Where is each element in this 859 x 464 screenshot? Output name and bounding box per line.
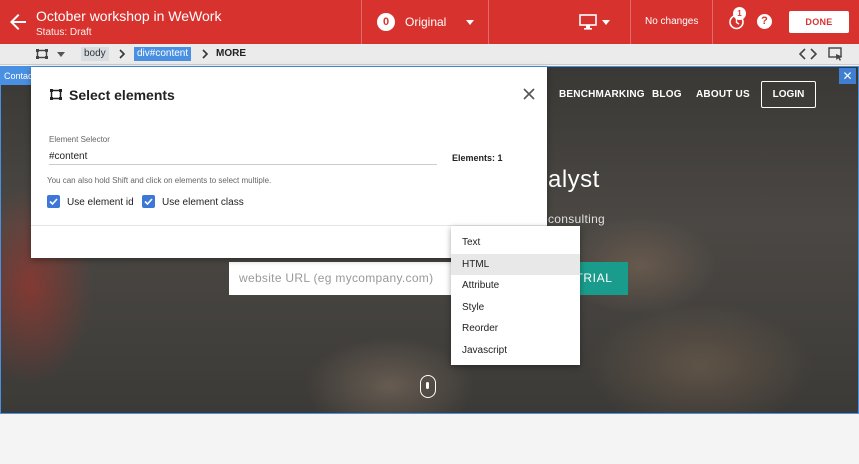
variant-selector[interactable]: Original — [405, 15, 446, 29]
help-icon[interactable]: ? — [757, 14, 772, 29]
top-app-bar: October workshop in WeWork Status: Draft… — [0, 0, 859, 44]
divider — [712, 0, 713, 44]
chevron-down-icon[interactable] — [466, 20, 474, 25]
divider — [488, 0, 489, 44]
site-login-button[interactable]: LOGIN — [761, 81, 816, 108]
breadcrumb-item-content[interactable]: div#content — [134, 47, 192, 61]
desktop-icon[interactable] — [579, 14, 597, 30]
chevron-down-icon[interactable] — [602, 20, 610, 25]
selection-icon — [50, 89, 62, 100]
experiment-title: October workshop in WeWork — [36, 8, 222, 24]
website-url-input[interactable]: website URL (eg mycompany.com) — [229, 262, 454, 295]
scroll-indicator-icon — [420, 375, 436, 398]
variant-number-badge: 0 — [377, 13, 395, 31]
selection-tag: Contact — [1, 67, 31, 85]
site-nav-about-us[interactable]: ABOUT US — [696, 89, 750, 100]
hero-title: alyst — [548, 166, 600, 193]
elements-count: Elements: 1 — [452, 153, 503, 163]
menu-item-attribute[interactable]: Attribute — [451, 275, 580, 297]
selection-hint: You can also hold Shift and click on ele… — [47, 176, 272, 185]
menu-item-text[interactable]: Text — [451, 232, 580, 254]
breadcrumb-more[interactable]: MORE — [213, 47, 249, 61]
site-nav-benchmarking[interactable]: BENCHMARKING — [559, 89, 645, 100]
divider — [630, 0, 631, 44]
edit-type-menu: Text HTML Attribute Style Reorder Javasc… — [451, 226, 580, 365]
notification-badge: 1 — [733, 7, 746, 20]
menu-item-reorder[interactable]: Reorder — [451, 318, 580, 340]
element-selector-input[interactable] — [49, 148, 437, 165]
selection-icon[interactable] — [35, 48, 49, 60]
inspect-icon[interactable] — [828, 47, 843, 61]
chevron-down-icon[interactable] — [57, 52, 65, 57]
breadcrumb-bar: body div#content MORE — [0, 44, 859, 65]
experiment-status: Status: Draft — [36, 27, 92, 38]
close-icon[interactable] — [523, 88, 535, 100]
check-icon — [144, 198, 153, 206]
hero-subtitle: consulting — [548, 212, 606, 226]
done-button[interactable]: DONE — [789, 11, 849, 33]
use-element-class-label: Use element class — [162, 197, 244, 208]
close-icon[interactable]: ✕ — [839, 68, 856, 84]
chevron-right-icon — [119, 49, 125, 59]
dialog-title: Select elements — [69, 87, 175, 103]
breadcrumb-item-body[interactable]: body — [81, 47, 109, 61]
arrow-back-icon[interactable] — [6, 10, 30, 34]
menu-item-javascript[interactable]: Javascript — [451, 340, 580, 362]
divider — [361, 0, 362, 44]
use-element-id-checkbox[interactable] — [47, 195, 60, 208]
check-icon — [49, 198, 58, 206]
code-icon[interactable] — [799, 48, 817, 60]
site-nav-blog[interactable]: BLOG — [652, 89, 682, 100]
menu-item-html[interactable]: HTML — [451, 253, 580, 275]
menu-item-style[interactable]: Style — [451, 297, 580, 319]
selector-field-label: Element Selector — [49, 135, 110, 144]
use-element-class-checkbox[interactable] — [142, 195, 155, 208]
changes-status: No changes — [645, 16, 699, 27]
use-element-id-label: Use element id — [67, 197, 134, 208]
chevron-right-icon — [202, 49, 208, 59]
